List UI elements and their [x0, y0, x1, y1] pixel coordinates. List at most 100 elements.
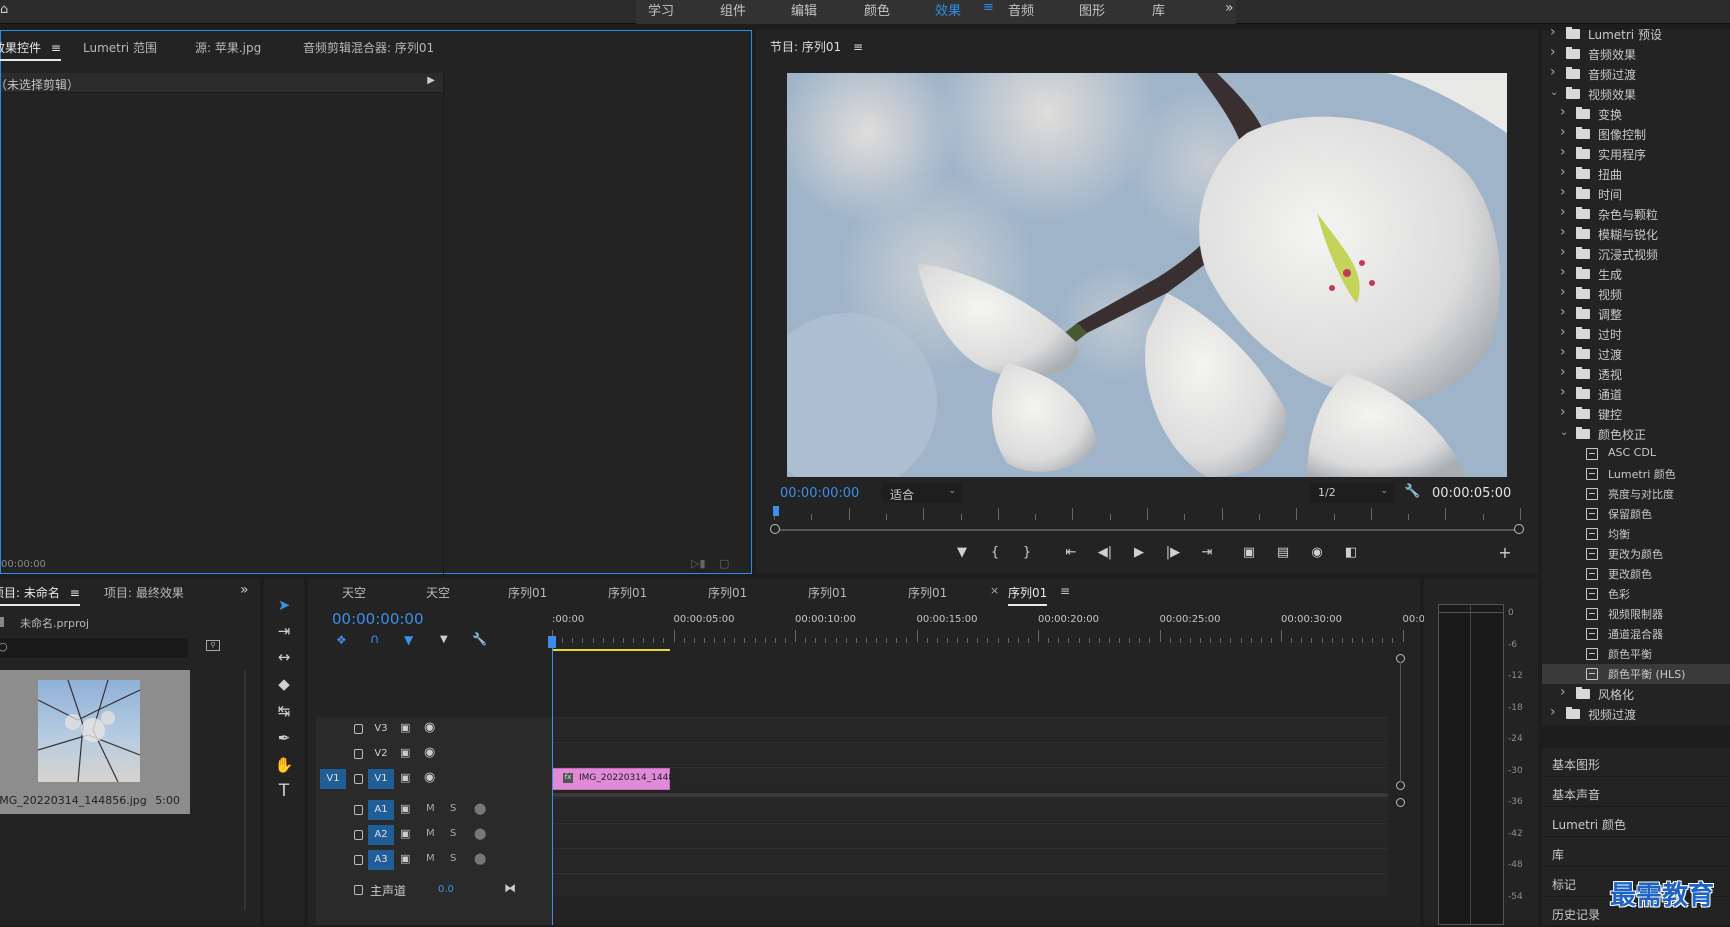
video-track-v1[interactable] [552, 767, 1388, 791]
nest-toggle-icon[interactable]: ❖ [336, 633, 347, 647]
timeline-tab[interactable]: 序列01 [608, 584, 647, 601]
side-panel-tab[interactable]: 历史记录 [1552, 906, 1600, 923]
panel-menu-icon[interactable]: ≡ [70, 586, 80, 600]
out-handle[interactable] [1514, 524, 1524, 534]
effects-tree-item[interactable]: 颜色平衡 (HLS) [1542, 664, 1730, 684]
workspace-tab-2[interactable]: 编辑 [791, 0, 817, 19]
effects-tree-item[interactable]: › 过时 [1542, 324, 1730, 344]
eye-icon[interactable]: ◉ [424, 770, 435, 785]
film-icon[interactable]: ▣ [400, 771, 410, 784]
side-panel-tab[interactable]: Lumetri 颜色 [1552, 816, 1626, 833]
chevron-right-icon[interactable]: › [1560, 364, 1566, 380]
film-icon[interactable]: ▣ [400, 721, 410, 734]
close-tab-icon[interactable]: × [990, 584, 999, 597]
video-track-v2[interactable] [552, 742, 1388, 766]
more-workspaces-icon[interactable]: » [1225, 0, 1234, 16]
film-icon[interactable]: ▣ [400, 852, 410, 865]
vertical-scrollbar[interactable] [1400, 662, 1401, 782]
effects-tree-item[interactable]: › 视频 [1542, 284, 1730, 304]
source-patch-v1[interactable]: V1 [320, 769, 346, 789]
master-track[interactable] [552, 873, 1388, 897]
timeline-tab[interactable]: 序列01 [508, 584, 547, 601]
workspace-menu-icon[interactable]: ≡ [983, 0, 994, 15]
film-icon[interactable]: ▣ [400, 802, 410, 815]
chevron-right-icon[interactable]: › [1560, 124, 1566, 140]
eye-icon[interactable]: ◉ [424, 720, 435, 735]
home-icon[interactable]: ⌂ [0, 2, 12, 17]
effects-tree-item[interactable]: ⌄ 视频效果 [1542, 84, 1730, 104]
side-panel-tab[interactable]: 标记 [1552, 876, 1576, 893]
lock-icon[interactable] [354, 830, 363, 840]
mute-button[interactable]: M [426, 803, 435, 814]
effects-tree-item[interactable]: › 杂色与颗粒 [1542, 204, 1730, 224]
project-scrollbar[interactable] [244, 670, 246, 910]
chevron-right-icon[interactable]: › [1560, 304, 1566, 320]
scroll-handle-mid-1[interactable] [1396, 781, 1405, 790]
timeline-tab[interactable]: 序列01 [708, 584, 747, 601]
timeline-timecode[interactable]: 00:00:00:00 [332, 610, 424, 628]
film-icon[interactable]: ▣ [400, 746, 410, 759]
chevron-down-icon[interactable]: ⌄ [1560, 427, 1568, 438]
effects-tree-item[interactable]: › 过渡 [1542, 344, 1730, 364]
track-toggle-a1[interactable]: A1 [368, 800, 394, 820]
timeline-clip[interactable]: fx IMG_20220314_1448 [552, 768, 674, 790]
side-panel-tab[interactable]: 基本图形 [1552, 756, 1600, 773]
scroll-handle-mid-2[interactable] [1396, 798, 1405, 807]
chevron-right-icon[interactable]: › [1560, 204, 1566, 220]
chevron-right-icon[interactable]: › [1560, 224, 1566, 240]
effects-tree-item[interactable]: › 变换 [1542, 104, 1730, 124]
effects-tree-item[interactable]: 均衡 [1542, 524, 1730, 544]
ripple-edit-tool-icon[interactable]: ↔ [272, 646, 296, 668]
microphone-icon[interactable]: ⬤ [474, 802, 486, 815]
side-panel-tab[interactable]: 库 [1552, 846, 1564, 863]
effects-tree-item[interactable]: › 风格化 [1542, 684, 1730, 704]
chevron-right-icon[interactable]: › [1560, 144, 1566, 160]
effects-tree-item[interactable]: 视频限制器 [1542, 604, 1730, 624]
effects-tree-item[interactable]: › 图像控制 [1542, 124, 1730, 144]
effects-tree-item[interactable]: › 调整 [1542, 304, 1730, 324]
timeline-tab[interactable]: 天空 [342, 584, 366, 601]
project-search-input[interactable]: ○ [0, 638, 188, 658]
snap-icon[interactable]: ∩ [370, 632, 380, 647]
effects-tree-item[interactable]: 保留颜色 [1542, 504, 1730, 524]
workspace-tab-3[interactable]: 颜色 [864, 0, 890, 19]
effects-tree-item[interactable]: › 音频过渡 [1542, 64, 1730, 84]
step-back-icon[interactable]: ◀| [1096, 544, 1114, 562]
track-select-tool-icon[interactable]: ⇥ [272, 620, 296, 642]
export-icon[interactable]: ▢ [719, 557, 729, 570]
chevron-right-icon[interactable]: › [1560, 184, 1566, 200]
track-toggle-a3[interactable]: A3 [368, 850, 394, 870]
timeline-tab[interactable]: 序列01 [808, 584, 847, 601]
video-frame[interactable] [787, 73, 1507, 477]
side-panel-tab[interactable]: 基本声音 [1552, 786, 1600, 803]
effects-tree-item[interactable]: › 视频过渡 [1542, 704, 1730, 724]
tab-lumetri-scopes[interactable]: Lumetri 范围 [83, 39, 157, 56]
effects-tree-item[interactable]: › 生成 [1542, 264, 1730, 284]
pen-tool-icon[interactable]: ✒ [272, 727, 296, 749]
chevron-right-icon[interactable]: › [1560, 404, 1566, 420]
effects-tree-item[interactable]: › 沉浸式视频 [1542, 244, 1730, 264]
audio-track-a1[interactable] [552, 798, 1388, 822]
track-toggle-v2[interactable]: V2 [368, 744, 394, 764]
extract-icon[interactable]: ▤ [1274, 544, 1292, 562]
effects-tree-item[interactable]: 亮度与对比度 [1542, 484, 1730, 504]
effects-tree-item[interactable]: › 扭曲 [1542, 164, 1730, 184]
av-divider[interactable] [552, 793, 1388, 797]
lock-icon[interactable] [354, 885, 363, 895]
button-editor-icon[interactable]: + [1496, 544, 1514, 562]
audio-track-a3[interactable] [552, 848, 1388, 872]
effects-tree-item[interactable]: › 透视 [1542, 364, 1730, 384]
timeline-ruler[interactable]: :00:00 00:00:05:00 00:00:10:00 00:00:15:00 0… [552, 614, 1431, 648]
panel-menu-icon[interactable]: ≡ [51, 41, 61, 55]
solo-button[interactable]: S [450, 853, 456, 864]
add-marker-icon[interactable]: ▼ [440, 634, 448, 645]
chevron-right-icon[interactable]: › [1550, 704, 1556, 720]
effects-tree-item[interactable]: 色彩 [1542, 584, 1730, 604]
wrench-icon[interactable]: 🔧 [1404, 484, 1420, 499]
tab-project-final[interactable]: 项目: 最终效果 [104, 584, 184, 601]
go-to-in-icon[interactable]: ⇤ [1062, 544, 1080, 562]
linked-selection-icon[interactable]: ▼ [404, 633, 413, 647]
camera-icon[interactable]: ◉ [1308, 544, 1326, 562]
chevron-right-icon[interactable]: › [1550, 64, 1556, 80]
mark-out-icon[interactable]: } [1018, 544, 1036, 562]
